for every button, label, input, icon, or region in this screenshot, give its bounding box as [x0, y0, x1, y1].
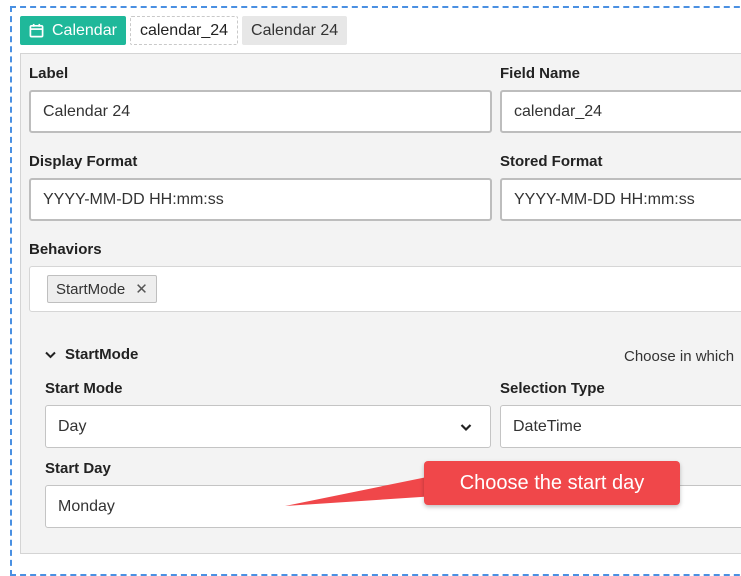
tooltip-callout: Choose the start day [424, 461, 680, 505]
